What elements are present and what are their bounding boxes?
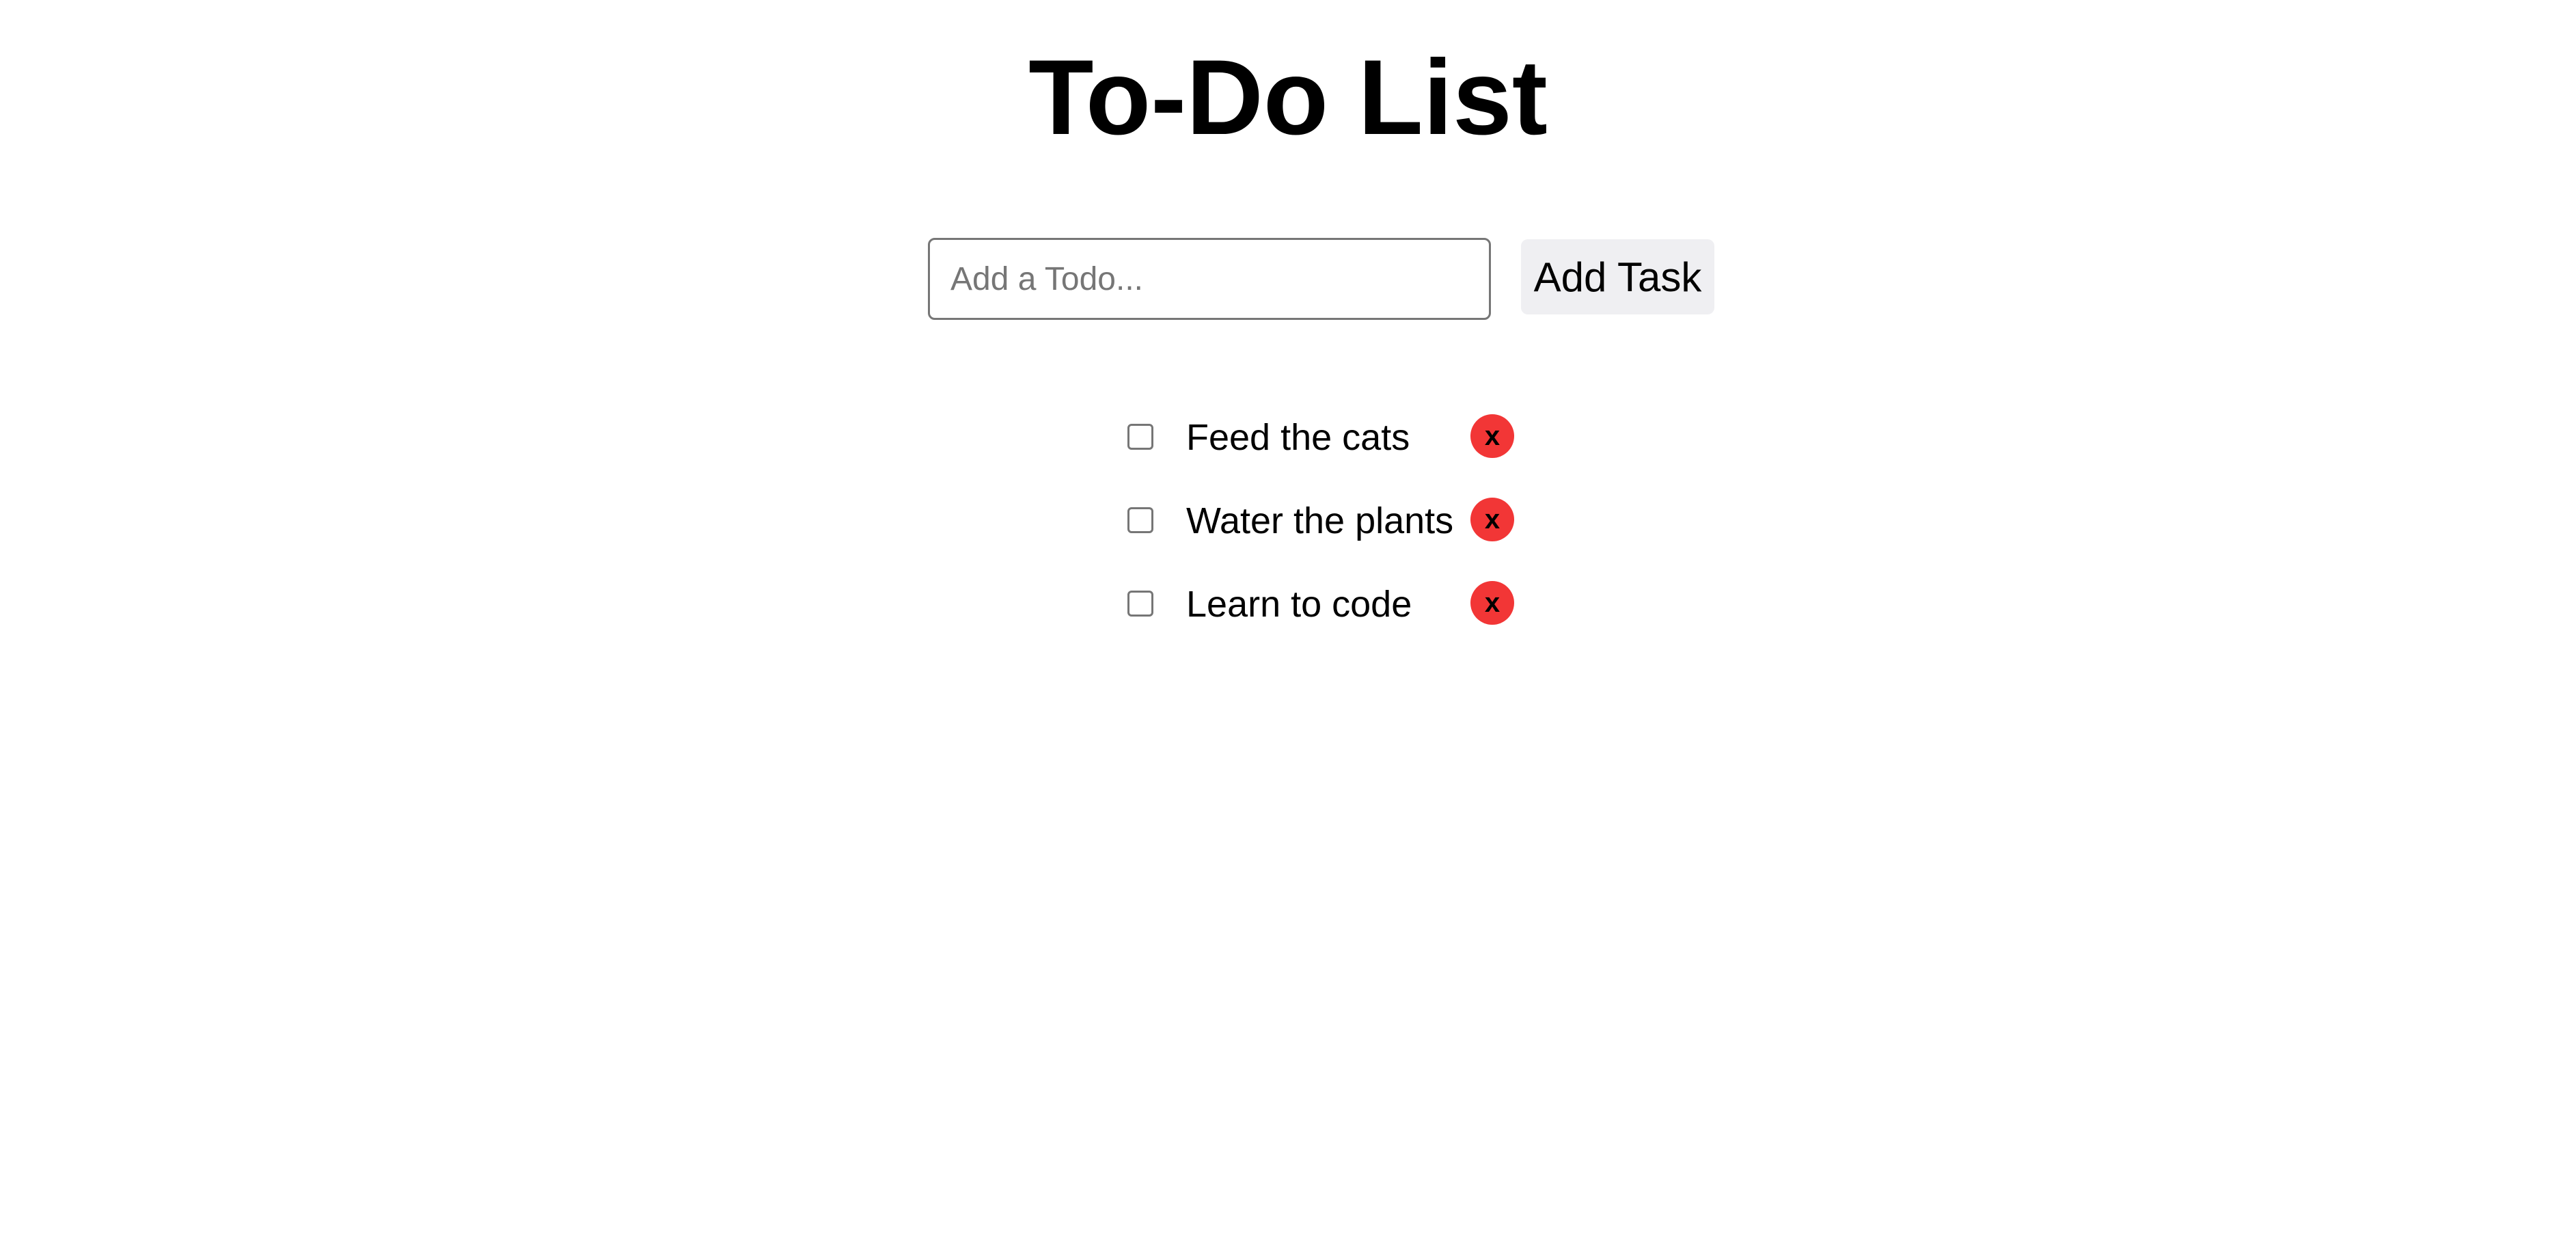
todo-text: Water the plants [1186, 500, 1454, 541]
todo-checkbox[interactable] [1127, 424, 1153, 450]
add-task-button[interactable]: Add Task [1521, 239, 1714, 314]
delete-todo-button[interactable]: x [1470, 581, 1514, 625]
todo-item: Learn to code x [1127, 570, 1517, 638]
todo-app: To-Do List Add Task Feed the cats x Wate… [0, 0, 2576, 1242]
todo-input[interactable] [928, 238, 1491, 320]
page-title: To-Do List [1028, 38, 1548, 157]
todo-checkbox[interactable] [1127, 591, 1153, 617]
delete-todo-button[interactable]: x [1470, 498, 1514, 541]
todo-text: Feed the cats [1186, 417, 1410, 458]
todo-checkbox[interactable] [1127, 507, 1153, 533]
delete-todo-button[interactable]: x [1470, 414, 1514, 458]
todo-item: Feed the cats x [1127, 403, 1517, 472]
todo-text: Learn to code [1186, 584, 1412, 625]
todo-item: Water the plants x [1127, 487, 1517, 555]
